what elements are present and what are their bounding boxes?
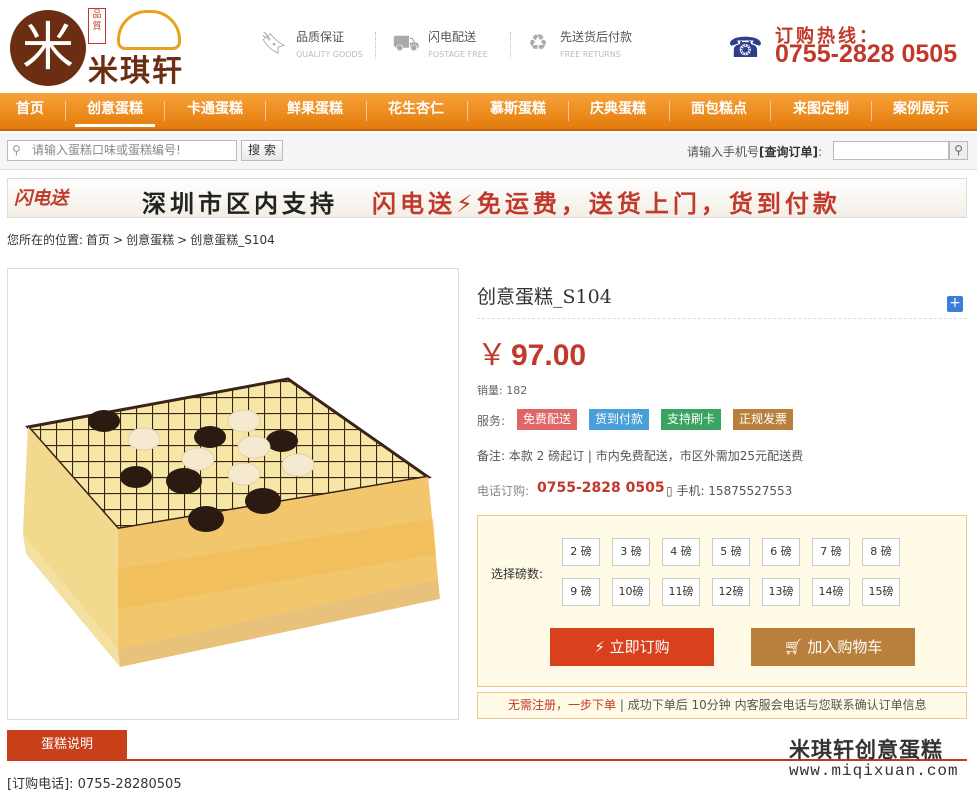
order-tip-highlight: 无需注册，一步下单 bbox=[508, 698, 617, 712]
nav-creative-cake[interactable]: 创意蛋糕 bbox=[65, 93, 165, 129]
feature-title: 闪电配送 bbox=[428, 30, 477, 44]
feature-payment: ♻ 先送货后付款 FREE RETURNS bbox=[524, 28, 664, 62]
search-button[interactable]: 搜 索 bbox=[241, 140, 283, 161]
query-search-icon[interactable]: ⚲ bbox=[949, 141, 968, 160]
nav-fruit-cake[interactable]: 鲜果蛋糕 bbox=[265, 93, 365, 129]
size-option[interactable]: 6 磅 bbox=[762, 538, 800, 566]
currency-symbol: ￥ bbox=[477, 339, 507, 372]
tab-cake-description[interactable]: 蛋糕说明 bbox=[7, 730, 127, 760]
watermark-url: www.miqixuan.com bbox=[789, 762, 959, 780]
breadcrumb-sep: > bbox=[177, 233, 188, 247]
feature-sub: FREE RETURNS bbox=[560, 50, 621, 59]
product-price: ￥ 97.00 bbox=[477, 330, 586, 374]
service-tag-card: 支持刷卡 bbox=[661, 409, 722, 430]
nav-case-showcase[interactable]: 案例展示 bbox=[871, 93, 971, 129]
logo-mark[interactable]: 米 bbox=[10, 10, 86, 86]
order-query-suffix: : bbox=[818, 145, 823, 159]
add-to-cart-label: 加入购物车 bbox=[807, 638, 883, 656]
cart-icon: 🛒︎ bbox=[783, 638, 803, 656]
nav-peanut-almond[interactable]: 花生杏仁 bbox=[366, 93, 466, 129]
telephone-icon: ☎ bbox=[728, 31, 763, 64]
divider bbox=[477, 318, 967, 319]
size-option[interactable]: 4 磅 bbox=[662, 538, 700, 566]
banner-text-2: 闪电送⚡免运费，送货上门，货到付款 bbox=[372, 190, 841, 218]
feature-sub: POSTAGE FREE bbox=[428, 50, 488, 59]
search-input[interactable]: 请输入蛋糕口味或蛋糕编号! bbox=[7, 140, 237, 161]
nav-mousse-cake[interactable]: 慕斯蛋糕 bbox=[468, 93, 568, 129]
feature-title: 先送货后付款 bbox=[560, 30, 633, 44]
mobile-phone-icon: ▯ bbox=[666, 484, 673, 498]
size-option[interactable]: 13磅 bbox=[762, 578, 800, 606]
watermark-brand: 米琪轩创意蛋糕 bbox=[789, 738, 943, 762]
add-to-cart-button[interactable]: 🛒︎ 加入购物车 bbox=[751, 628, 915, 666]
product-title: 创意蛋糕_S104 bbox=[477, 286, 612, 308]
size-option[interactable]: 11磅 bbox=[662, 578, 700, 606]
feature-sub: QUALITY GOODS bbox=[296, 50, 363, 59]
size-option[interactable]: 10磅 bbox=[612, 578, 650, 606]
size-option[interactable]: 7 磅 bbox=[812, 538, 850, 566]
feature-delivery: ⛟ 闪电配送 POSTAGE FREE bbox=[392, 28, 512, 62]
size-option[interactable]: 2 磅 bbox=[562, 538, 600, 566]
price-value: 97.00 bbox=[511, 339, 587, 372]
tel-order-label: 电话订购: bbox=[477, 484, 530, 498]
nav-custom-order[interactable]: 来图定制 bbox=[771, 93, 871, 129]
order-tip: 无需注册，一步下单 | 成功下单后 10分钟 内客服会电话与您联系确认订单信息 bbox=[477, 692, 967, 719]
share-plus-icon[interactable]: + bbox=[947, 296, 963, 312]
size-option[interactable]: 9 磅 bbox=[562, 578, 600, 606]
size-option[interactable]: 15磅 bbox=[862, 578, 900, 606]
feature-quality: 🔖︎ 品质保证 QUALITY GOODS bbox=[260, 28, 380, 62]
order-query-prefix: 请输入手机号 bbox=[687, 145, 760, 159]
breadcrumb-sep: > bbox=[113, 233, 124, 247]
order-query-label: 请输入手机号[查询订单]: bbox=[687, 143, 822, 160]
truck-icon: ⛟ bbox=[392, 31, 420, 56]
service-tag-invoice: 正规发票 bbox=[733, 409, 794, 430]
nav-celebration-cake[interactable]: 庆典蛋糕 bbox=[568, 93, 668, 129]
sales-count: 销量: 182 bbox=[477, 384, 528, 397]
recycle-icon: ♻ bbox=[528, 31, 548, 56]
mobile-text: 手机: 15875527553 bbox=[676, 484, 793, 498]
breadcrumb: 您所在的位置: 首页 > 创意蛋糕 > 创意蛋糕_S104 bbox=[7, 231, 278, 248]
size-option[interactable]: 12磅 bbox=[712, 578, 750, 606]
hotline-number: 0755-2828 0505 bbox=[775, 40, 958, 68]
order-now-label: 立即订购 bbox=[609, 638, 670, 656]
feature-title: 品质保证 bbox=[296, 30, 345, 44]
search-icon: ⚲ bbox=[12, 143, 21, 157]
size-option[interactable]: 5 磅 bbox=[712, 538, 750, 566]
product-image[interactable] bbox=[7, 268, 459, 720]
breadcrumb-category[interactable]: 创意蛋糕 bbox=[126, 233, 174, 247]
brand-name: 米琪轩 bbox=[88, 54, 184, 89]
tel-order-number: 0755-2828 0505 bbox=[537, 480, 665, 496]
size-option[interactable]: 3 磅 bbox=[612, 538, 650, 566]
service-tag-free-delivery: 免费配送 bbox=[517, 409, 578, 430]
size-option[interactable]: 14磅 bbox=[812, 578, 850, 606]
breadcrumb-current: 创意蛋糕_S104 bbox=[190, 233, 275, 247]
service-label: 服务: bbox=[477, 414, 506, 428]
main-nav: 首页 创意蛋糕 卡通蛋糕 鲜果蛋糕 花生杏仁 慕斯蛋糕 庆典蛋糕 面包糕点 来图… bbox=[0, 93, 977, 131]
order-tip-text: | 成功下单后 10分钟 内客服会电话与您联系确认订单信息 bbox=[619, 698, 927, 712]
mobile-number: ▯ 手机: 15875527553 bbox=[666, 482, 792, 499]
phone-query-input[interactable] bbox=[833, 141, 949, 160]
logo-seal: 品質 bbox=[88, 8, 106, 44]
bookmark-icon: 🔖︎ bbox=[260, 31, 288, 56]
breadcrumb-prefix: 您所在的位置: bbox=[7, 233, 84, 247]
express-truck-icon: 闪电送 bbox=[14, 188, 68, 209]
lightning-icon: ⚡ bbox=[594, 638, 605, 656]
breadcrumb-home[interactable]: 首页 bbox=[86, 233, 110, 247]
order-query-bold: [查询订单] bbox=[759, 145, 818, 159]
service-tag-cod: 货到付款 bbox=[589, 409, 650, 430]
cake-illustration bbox=[23, 377, 440, 667]
divider bbox=[375, 32, 376, 58]
size-option[interactable]: 8 磅 bbox=[862, 538, 900, 566]
order-note: 备注: 本款 2 磅起订 | 市内免费配送，市区外需加25元配送费 bbox=[477, 449, 804, 463]
divider bbox=[510, 32, 511, 58]
order-now-button[interactable]: ⚡ 立即订购 bbox=[550, 628, 714, 666]
order-phone-text: [订购电话]: 0755-28280505 bbox=[7, 777, 182, 792]
nav-bread-pastry[interactable]: 面包糕点 bbox=[669, 93, 769, 129]
size-selector-label: 选择磅数: bbox=[491, 567, 544, 581]
chef-hat-icon bbox=[117, 10, 181, 50]
banner-text-1: 深圳市区内支持 bbox=[142, 190, 338, 218]
nav-cartoon-cake[interactable]: 卡通蛋糕 bbox=[165, 93, 265, 129]
